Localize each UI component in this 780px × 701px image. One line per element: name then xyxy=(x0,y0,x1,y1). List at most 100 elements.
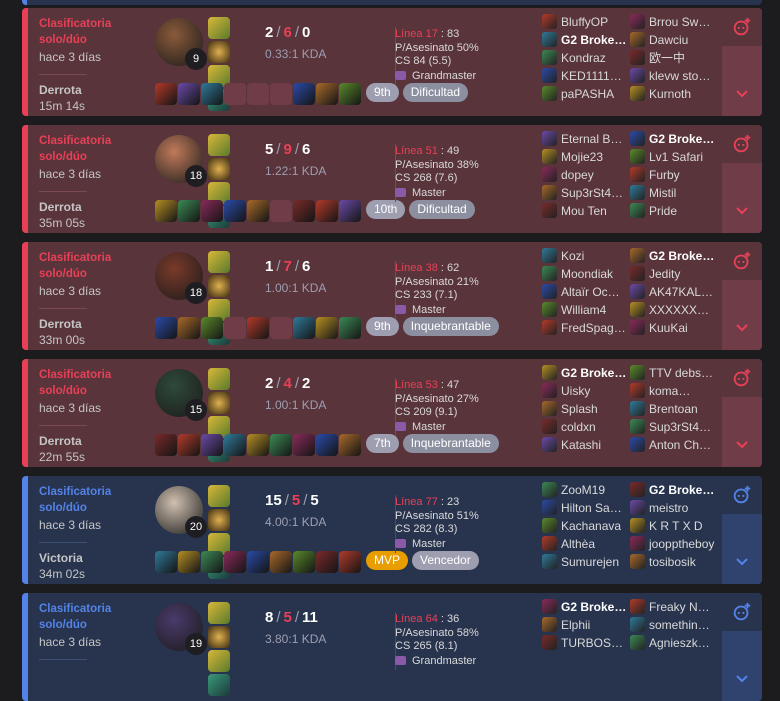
second-spell-icon[interactable] xyxy=(208,41,230,63)
team-player[interactable]: 欧一中 xyxy=(630,48,718,66)
champion-portrait[interactable]: 18 xyxy=(155,252,207,304)
team-player[interactable]: Freaky N… xyxy=(630,597,718,615)
player-name[interactable]: Sup3rSt4… xyxy=(561,186,623,200)
team-player[interactable]: G2 Broke… xyxy=(630,246,718,264)
player-name[interactable]: Kurnoth xyxy=(649,87,691,101)
team-player[interactable]: Althèa xyxy=(542,534,630,552)
player-name[interactable]: joopptheboy xyxy=(649,537,714,551)
item-icon[interactable] xyxy=(155,317,177,339)
player-name[interactable]: XXXXXX… xyxy=(649,303,709,317)
player-name[interactable]: Brrou Sw… xyxy=(649,15,710,29)
flash-spell-icon[interactable] xyxy=(208,602,230,624)
team-player[interactable]: Kozi xyxy=(542,246,630,264)
player-name[interactable]: Mojie23 xyxy=(561,150,603,164)
item-icon[interactable] xyxy=(155,83,177,105)
team-player[interactable]: Agnieszk… xyxy=(630,633,718,651)
item-icon[interactable] xyxy=(316,200,338,222)
item-icon[interactable] xyxy=(293,83,315,105)
team-player[interactable]: XXXXXX… xyxy=(630,300,718,318)
team-player[interactable]: somethin… xyxy=(630,615,718,633)
player-name[interactable]: Kozi xyxy=(561,249,584,263)
player-name[interactable]: Mou Ten xyxy=(561,204,607,218)
player-name[interactable]: K R T X D xyxy=(649,519,703,533)
player-name[interactable]: Pride xyxy=(649,204,677,218)
player-name[interactable]: meistro xyxy=(649,501,688,515)
player-name[interactable]: Kondraz xyxy=(561,51,606,65)
team-player[interactable]: Katashi xyxy=(542,435,630,453)
keystone-rune-icon[interactable] xyxy=(208,650,230,672)
player-name[interactable]: dopey xyxy=(561,168,594,182)
chevron-down-icon[interactable] xyxy=(722,554,762,570)
item-icon[interactable] xyxy=(270,551,292,573)
item-icon[interactable] xyxy=(178,434,200,456)
champion-portrait[interactable]: 20 xyxy=(155,486,207,538)
player-name[interactable]: klevw sto… xyxy=(649,69,710,83)
item-icon[interactable] xyxy=(339,434,361,456)
add-spectate-button[interactable] xyxy=(722,593,762,631)
item-icon[interactable] xyxy=(293,317,315,339)
team-player[interactable]: meistro xyxy=(630,498,718,516)
team-player[interactable]: G2 Broke… xyxy=(542,30,630,48)
player-name[interactable]: Althèa xyxy=(561,537,595,551)
player-name[interactable]: Agnieszk… xyxy=(649,636,710,650)
team-player[interactable]: Elphii xyxy=(542,615,630,633)
item-icon[interactable] xyxy=(178,551,200,573)
player-name[interactable]: 欧一中 xyxy=(649,51,685,65)
player-name[interactable]: coldxn xyxy=(561,420,596,434)
player-name[interactable]: Hilton Sa… xyxy=(561,501,622,515)
item-icon[interactable] xyxy=(247,551,269,573)
team-player[interactable]: Moondiak xyxy=(542,264,630,282)
player-name[interactable]: FredSpag… xyxy=(561,321,626,335)
item-icon[interactable] xyxy=(201,551,223,573)
team-player[interactable]: dopey xyxy=(542,165,630,183)
team-player[interactable]: Uisky xyxy=(542,381,630,399)
team-player[interactable]: koma… xyxy=(630,381,718,399)
player-name[interactable]: Eternal B… xyxy=(561,132,622,146)
add-spectate-button[interactable] xyxy=(722,476,762,514)
team-player[interactable]: FredSpag… xyxy=(542,318,630,336)
player-name[interactable]: G2 Broke… xyxy=(649,249,714,263)
team-player[interactable]: coldxn xyxy=(542,417,630,435)
item-icon[interactable] xyxy=(178,317,200,339)
team-player[interactable]: Brrou Sw… xyxy=(630,12,718,30)
player-name[interactable]: Freaky N… xyxy=(649,600,710,614)
team-player[interactable]: Jedity xyxy=(630,264,718,282)
team-player[interactable]: Eternal B… xyxy=(542,129,630,147)
add-spectate-button[interactable] xyxy=(722,125,762,163)
player-name[interactable]: Splash xyxy=(561,402,598,416)
player-name[interactable]: TURBOS… xyxy=(561,636,623,650)
team-player[interactable]: Mojie23 xyxy=(542,147,630,165)
second-spell-icon[interactable] xyxy=(208,158,230,180)
item-icon[interactable] xyxy=(316,83,338,105)
add-spectate-button[interactable] xyxy=(722,242,762,280)
champion-portrait[interactable]: 15 xyxy=(155,369,207,421)
team-player[interactable]: Furby xyxy=(630,165,718,183)
player-name[interactable]: Sup3rSt4… xyxy=(649,420,711,434)
team-player[interactable]: klevw sto… xyxy=(630,66,718,84)
champion-portrait[interactable]: 19 xyxy=(155,603,207,655)
team-player[interactable]: Sup3rSt4… xyxy=(542,183,630,201)
flash-spell-icon[interactable] xyxy=(208,17,230,39)
player-name[interactable]: Furby xyxy=(649,168,680,182)
chevron-down-icon[interactable] xyxy=(722,671,762,687)
team-player[interactable]: William4 xyxy=(542,300,630,318)
item-icon[interactable] xyxy=(316,317,338,339)
team-player[interactable]: Sumurejen xyxy=(542,552,630,570)
item-icon[interactable] xyxy=(178,200,200,222)
team-player[interactable]: Brentoan xyxy=(630,399,718,417)
team-player[interactable]: K R T X D xyxy=(630,516,718,534)
flash-spell-icon[interactable] xyxy=(208,485,230,507)
player-name[interactable]: G2 Broke… xyxy=(649,132,714,146)
team-player[interactable]: G2 Broke… xyxy=(542,363,630,381)
team-player[interactable]: G2 Broke… xyxy=(542,597,630,615)
player-name[interactable]: Brentoan xyxy=(649,402,698,416)
item-icon[interactable] xyxy=(339,551,361,573)
item-icon[interactable] xyxy=(293,200,315,222)
player-name[interactable]: G2 Broke… xyxy=(649,483,714,497)
chevron-down-icon[interactable] xyxy=(722,320,762,336)
player-name[interactable]: somethin… xyxy=(649,618,710,632)
second-spell-icon[interactable] xyxy=(208,275,230,297)
team-player[interactable]: KuuKai xyxy=(630,318,718,336)
champion-portrait[interactable]: 9 xyxy=(155,18,207,70)
add-spectate-button[interactable] xyxy=(722,8,762,46)
